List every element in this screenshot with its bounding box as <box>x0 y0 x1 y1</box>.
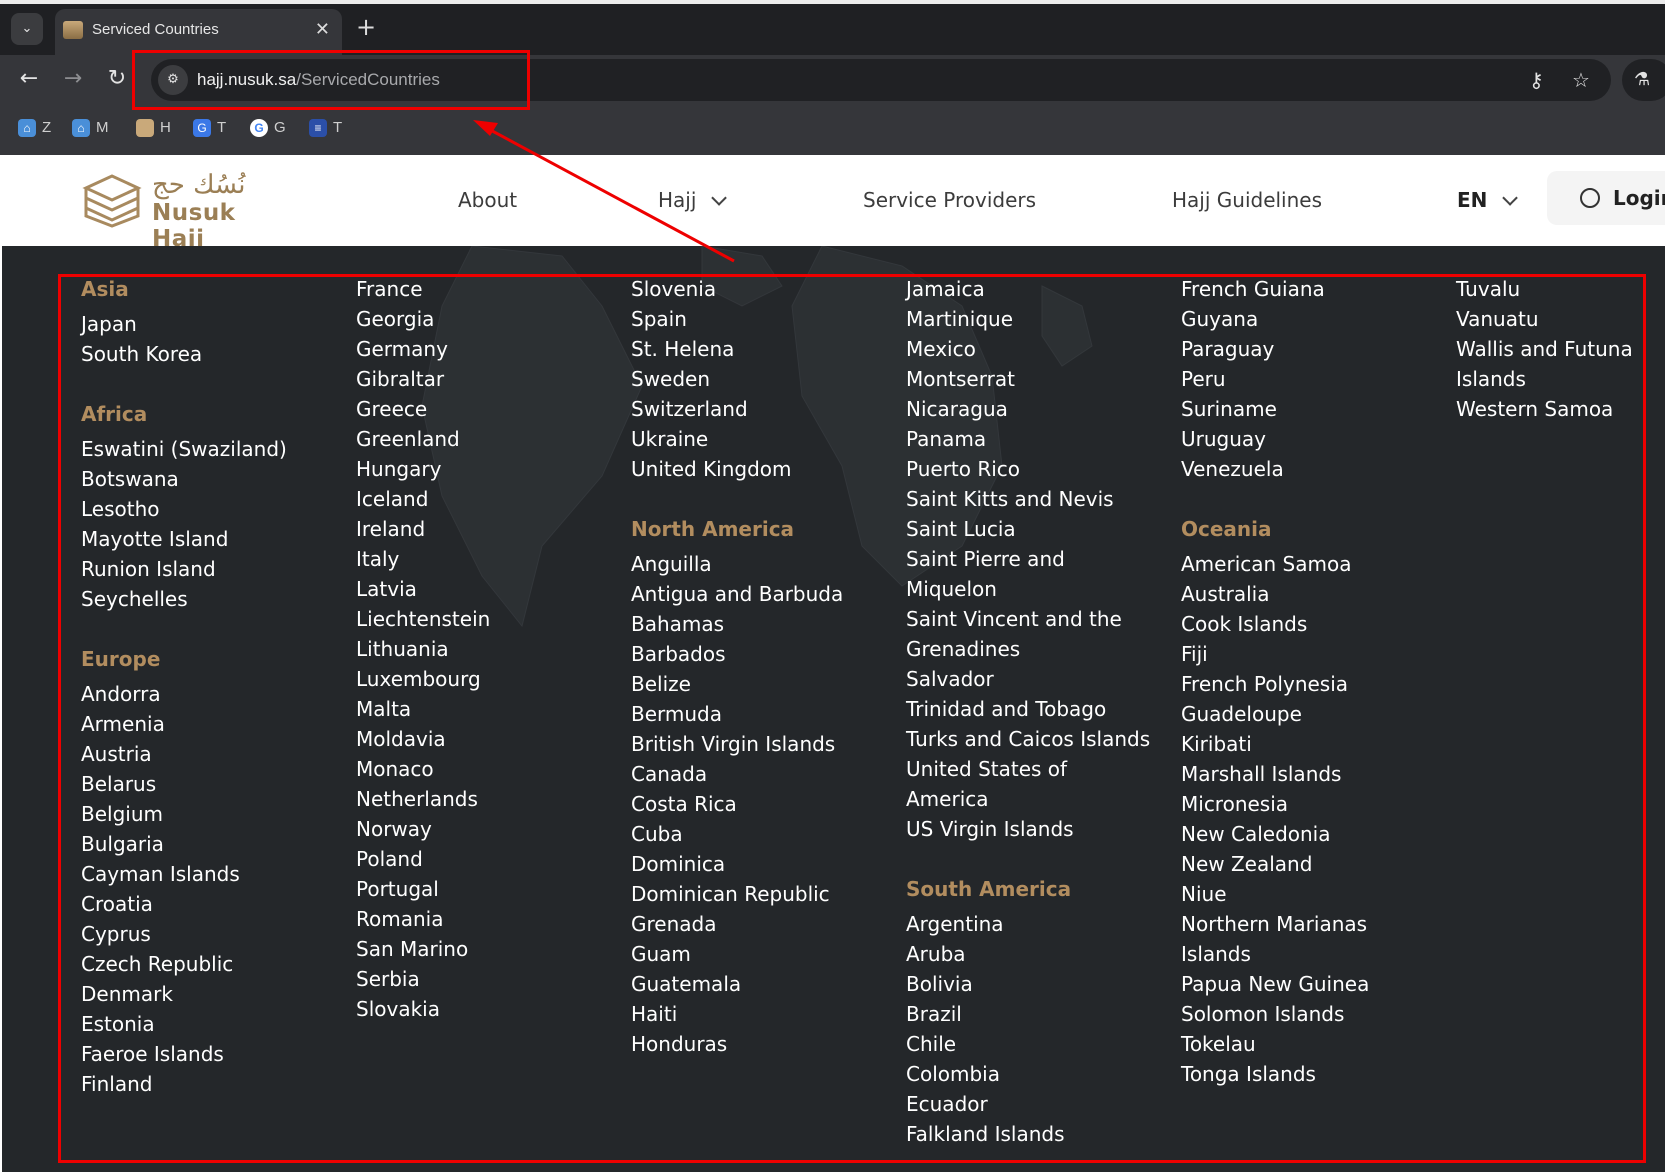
tab-favicon-icon <box>63 21 83 39</box>
tab-search-button[interactable]: ⌄ <box>11 13 43 45</box>
chevron-down-icon: ⌄ <box>21 21 33 36</box>
tab-close-icon[interactable]: ✕ <box>315 19 330 40</box>
nav-hajj-label: Hajj <box>658 188 697 212</box>
bookmark-site-icon: ≡ <box>309 119 327 138</box>
language-selector[interactable]: EN <box>1457 188 1519 212</box>
bookmark-star-icon[interactable]: ☆ <box>1572 68 1590 92</box>
nav-service-providers[interactable]: Service Providers <box>863 188 1036 212</box>
arrow-right-icon: → <box>63 66 83 91</box>
bookmark-item[interactable]: H <box>136 119 171 141</box>
nusuk-logo-mark-icon <box>82 174 142 228</box>
tab-title: Serviced Countries <box>92 21 219 38</box>
window-top-edge <box>0 0 1665 4</box>
nav-about[interactable]: About <box>458 188 517 212</box>
site-header: نُسُك حج Nusuk Hajj About Hajj Service P… <box>2 155 1665 252</box>
nusuk-favicon-icon <box>136 119 154 138</box>
back-button[interactable]: ← <box>14 64 44 94</box>
user-icon <box>1580 188 1600 208</box>
logo-english-text: Nusuk Hajj <box>152 200 236 252</box>
arrow-left-icon: ← <box>19 66 39 91</box>
login-button[interactable]: Login <box>1547 171 1665 225</box>
nusuk-hajj-logo[interactable]: نُسُك حج Nusuk Hajj <box>82 168 272 252</box>
nav-hajj-guidelines[interactable]: Hajj Guidelines <box>1172 188 1322 212</box>
new-tab-button[interactable]: + <box>356 13 376 41</box>
language-label: EN <box>1457 188 1488 212</box>
bookmarks-bar: ⌂ Z ⌂ M H GT GG ≡ T <box>0 105 1665 155</box>
reload-icon: ↻ <box>107 66 127 91</box>
bookmark-item[interactable]: ⌂ Z <box>18 119 51 141</box>
active-tab[interactable]: Serviced Countries ✕ <box>55 9 342 55</box>
bookmark-item[interactable]: ≡ T <box>309 119 342 141</box>
chevron-down-icon <box>1502 190 1519 206</box>
translate-icon: G <box>193 119 211 138</box>
bookmark-item[interactable]: GT <box>193 119 226 141</box>
logo-arabic-text: نُسُك حج <box>152 170 246 200</box>
browser-tab-bar: ⌄ Serviced Countries ✕ + <box>0 0 1665 55</box>
nav-hajj[interactable]: Hajj <box>658 188 728 212</box>
countries-highlight-box <box>58 274 1646 1163</box>
password-key-icon[interactable]: ⚷ <box>1529 68 1544 92</box>
forward-button[interactable]: → <box>58 64 88 94</box>
login-label: Login <box>1613 186 1665 210</box>
reload-button[interactable]: ↻ <box>102 64 132 94</box>
google-icon: G <box>250 119 268 138</box>
chevron-down-icon <box>711 190 728 206</box>
bookmark-item[interactable]: ⌂ M <box>72 119 109 141</box>
house-icon: ⌂ <box>72 119 90 138</box>
house-icon: ⌂ <box>18 119 36 138</box>
extensions-icon[interactable]: ⚗ <box>1622 59 1665 101</box>
bookmark-item[interactable]: GG <box>250 119 286 141</box>
url-highlight-box <box>132 50 530 110</box>
